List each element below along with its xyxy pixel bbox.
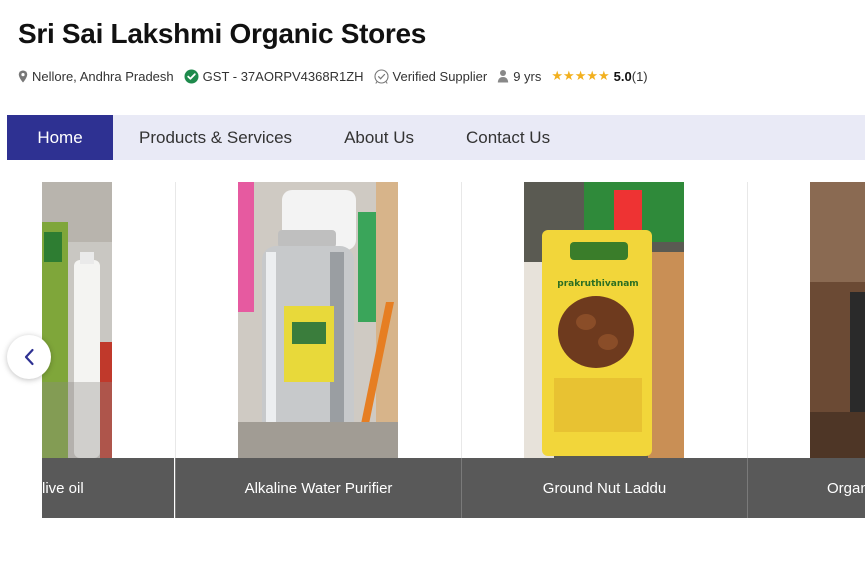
rating-stars: ★★★★★ <box>551 68 610 83</box>
tab-home[interactable]: Home <box>7 115 113 160</box>
product-name: live oil <box>42 479 84 497</box>
product-name: Alkaline Water Purifier <box>244 479 393 497</box>
person-icon <box>497 69 509 83</box>
rating-count: (1) <box>631 68 648 84</box>
verified: Verified Supplier <box>373 68 488 84</box>
main-nav: Home Products & Services About Us Contac… <box>7 115 865 160</box>
product-name: Ground Nut Laddu <box>542 479 667 497</box>
gst-text: GST - 37AORPV4368R1ZH <box>202 68 364 84</box>
store-name: Sri Sai Lakshmi Organic Stores <box>18 18 427 49</box>
product-name: Organ <box>827 479 865 497</box>
product-card-olive-oil[interactable]: live oil <box>42 182 174 518</box>
product-card-ground-nut-laddu[interactable]: prakruthivanam Ground Nut Laddu <box>462 182 747 518</box>
packet-brand-text: prakruthivanam <box>557 279 638 289</box>
product-card-alkaline-water-purifier[interactable]: Alkaline Water Purifier <box>176 182 461 518</box>
product-image: prakruthivanam <box>524 182 684 458</box>
product-image <box>238 182 398 458</box>
product-image <box>810 182 865 458</box>
product-caption: Alkaline Water Purifier <box>176 458 461 518</box>
verified-supplier-icon <box>373 68 389 84</box>
rating: ★★★★★ 5.0(1) <box>551 68 647 84</box>
gst: GST - 37AORPV4368R1ZH <box>184 69 364 84</box>
location-pin-icon <box>18 70 28 83</box>
product-image <box>42 182 112 458</box>
rating-value: 5.0 <box>613 68 632 84</box>
product-caption: live oil <box>42 458 174 518</box>
carousel-prev-button[interactable] <box>7 335 51 379</box>
tab-about-us[interactable]: About Us <box>318 115 440 160</box>
product-caption: Ground Nut Laddu <box>462 458 747 518</box>
location: Nellore, Andhra Pradesh <box>18 69 174 84</box>
store-meta: Nellore, Andhra Pradesh GST - 37AORPV436… <box>18 66 652 86</box>
product-carousel: live oil Alkaline Water Purifier prakrut… <box>0 182 865 518</box>
location-text: Nellore, Andhra Pradesh <box>32 68 174 84</box>
product-caption: Organ <box>748 458 865 518</box>
verified-badge-icon <box>184 69 199 84</box>
years-text: 9 yrs <box>513 68 542 84</box>
chevron-left-icon <box>23 348 35 366</box>
product-card-organic[interactable]: Organ <box>748 182 865 518</box>
years: 9 yrs <box>497 69 541 84</box>
tab-contact-us[interactable]: Contact Us <box>440 115 576 160</box>
tab-products-services[interactable]: Products & Services <box>113 115 318 160</box>
verified-text: Verified Supplier <box>392 68 488 84</box>
